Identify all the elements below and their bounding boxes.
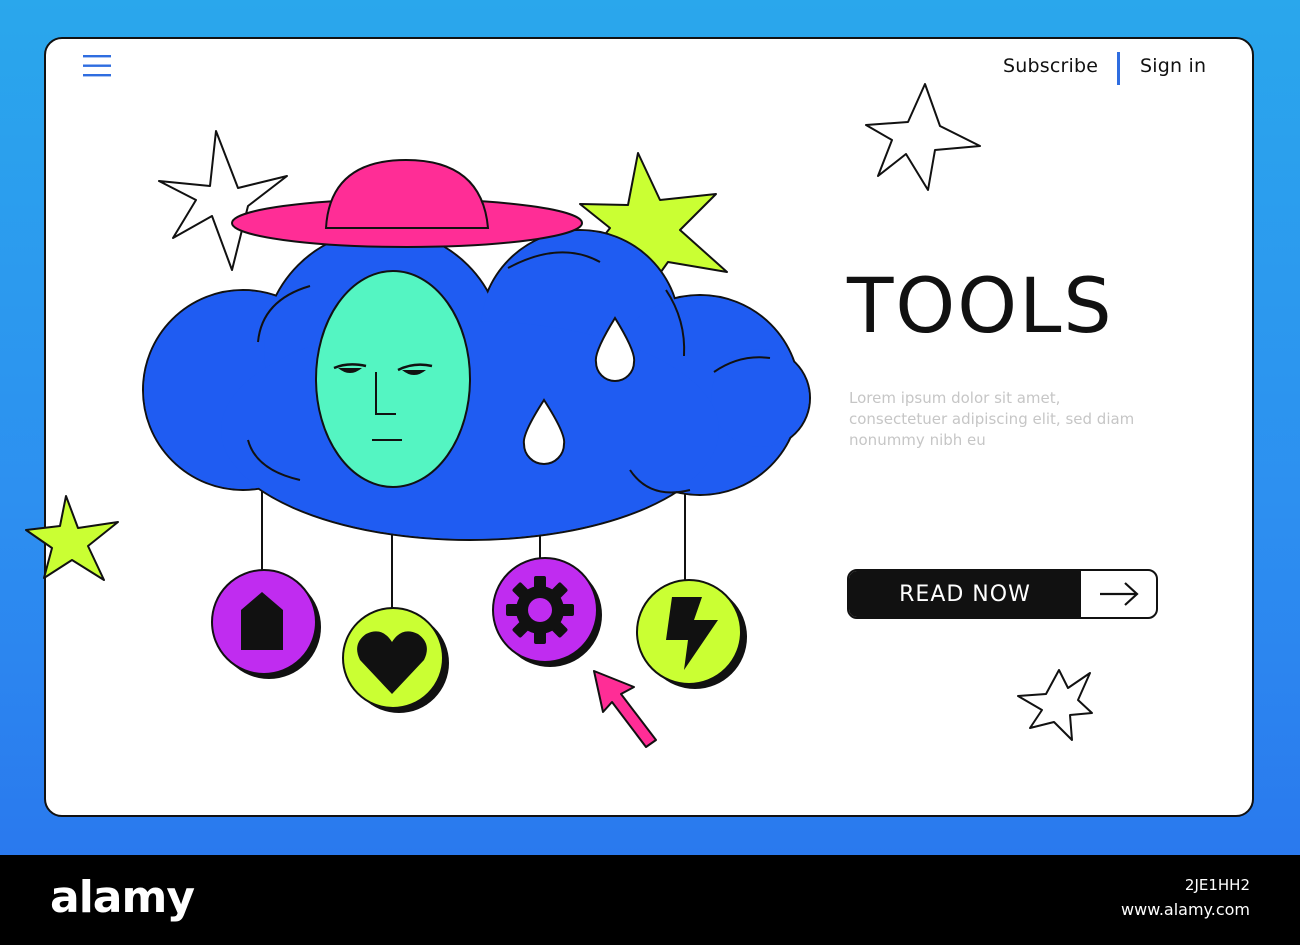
read-now-button[interactable]: READ NOW (847, 569, 1158, 619)
star-outline-icon (865, 83, 981, 191)
face (315, 270, 471, 488)
page-title: TOOLS (847, 261, 1114, 350)
gear-icon (506, 576, 574, 644)
heart-charm (342, 607, 449, 713)
footer-logo: alamy (50, 872, 195, 923)
arrow-right-icon (1081, 571, 1156, 617)
read-now-label: READ NOW (849, 571, 1081, 617)
star-lime-icon (25, 495, 119, 581)
star-outline-icon (158, 130, 288, 271)
gear-charm (492, 557, 602, 667)
star-outline-icon (1017, 669, 1093, 741)
hat (231, 158, 583, 248)
home-charm (211, 569, 321, 679)
hero-description: Lorem ipsum dolor sit amet, consectetuer… (849, 389, 1135, 449)
footer-site-link[interactable]: www.alamy.com (1121, 900, 1250, 919)
cursor-arrow-icon (593, 670, 657, 748)
cloud-shape (142, 229, 811, 541)
lightning-charm (636, 579, 747, 689)
footer-image-id: 2JE1HH2 (1184, 876, 1250, 894)
